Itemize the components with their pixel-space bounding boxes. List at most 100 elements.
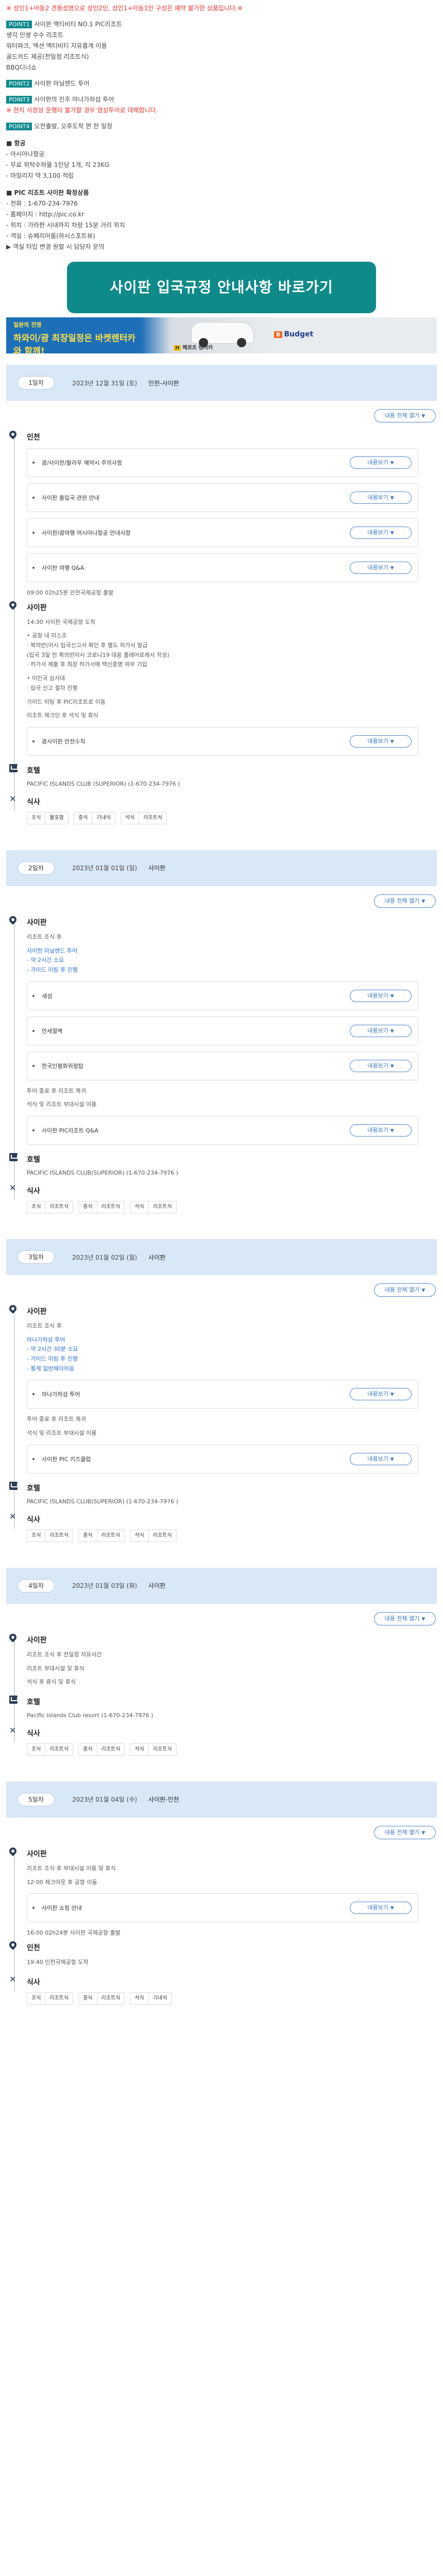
- info-item[interactable]: 마나가하섬 투어 내용보기 ▼: [27, 1380, 418, 1409]
- meal-type: 석식: [130, 1530, 149, 1541]
- info-item[interactable]: 새섬 내용보기 ▼: [27, 981, 418, 1010]
- flight-info: - 아시아나항공 - 무료 위탁수하물 1인당 1개, 각 23KG - 마일리지 …: [6, 149, 437, 181]
- info-item[interactable]: 괌/사이판/팔라우 예약시 주의사항 내용보기 ▼: [27, 448, 418, 477]
- hotel-heading: 호텔: [9, 764, 437, 775]
- point-text: 워터파크, 액션 액티비티 자유롭게 이용: [6, 42, 107, 49]
- location-pin-icon: [9, 916, 16, 925]
- view-detail-button[interactable]: 내용보기 ▼: [350, 492, 412, 504]
- day-spacer: [0, 829, 443, 850]
- schedule-text: 마나가하섬 투어 - 약 2시간 30분 소요 - 가이드 미팅 후 진행 - …: [27, 1336, 78, 1372]
- meal-value: 리조트식: [101, 1995, 121, 2001]
- hotel-label: 호텔: [27, 1698, 40, 1706]
- meal-value: 리조트식: [152, 1204, 172, 1210]
- day-route: 사이판: [148, 865, 166, 872]
- day-route: 인천-사이판: [148, 379, 179, 387]
- flight-line: - 마일리지 약 3,100 적립: [6, 172, 74, 179]
- info-item[interactable]: 사이판 PIC 키즈클럽 내용보기 ▼: [27, 1444, 418, 1473]
- point-text: 생각 인생 수수 리조트: [6, 31, 63, 39]
- place-name: 인천: [27, 1943, 40, 1952]
- meal-value: 리조트식: [101, 1204, 121, 1210]
- view-detail-label: 내용보기: [367, 737, 388, 744]
- info-item[interactable]: 사이판 쇼핑 안내 내용보기 ▼: [27, 1893, 418, 1923]
- info-item[interactable]: 만세절벽 내용보기 ▼: [27, 1016, 418, 1045]
- view-detail-button[interactable]: 내용보기 ▼: [350, 1124, 412, 1137]
- bullet-icon: [32, 1029, 35, 1032]
- hotel-line: - 홈페이지 : http://pic.co.kr: [6, 211, 84, 218]
- info-item[interactable]: 사이판 출입국 관련 안내 내용보기 ▼: [27, 483, 418, 512]
- schedule-text: 리조트 조식 후: [27, 933, 62, 940]
- schedule-text: 리조트 조식 후: [27, 1323, 62, 1329]
- point-line: ※ 현지 사정상 운행이 불가할 경우 영상투어로 대체합니다.: [6, 105, 437, 116]
- rental-car-banner[interactable]: 일본의 전쟁 하와이/괌 최장일정은 바켓렌터카와 함께! H 헤르츠 렌터카 B…: [6, 317, 437, 353]
- entry-rules-button[interactable]: 사이판 입국규정 안내사항 바로가기: [67, 262, 376, 313]
- view-detail-button[interactable]: 내용보기 ▼: [350, 1902, 412, 1914]
- meal-cell: 중식 리조트식: [78, 1992, 125, 2005]
- meal-type: 중식: [79, 1743, 97, 1755]
- meal-label: 식사: [27, 1978, 40, 1987]
- chevron-down-icon: ▼: [390, 566, 394, 571]
- banner-headline: 하와이/괌 최장일정은 바켓렌터카와 함께!: [13, 333, 136, 353]
- meal-value: 불포함: [49, 815, 64, 821]
- schedule-text: 12:00 체크아웃 후 공항 이동: [27, 1878, 97, 1886]
- view-detail-button[interactable]: 내용보기 ▼: [350, 456, 412, 469]
- day-spacer: [0, 2010, 443, 2030]
- place-heading: 사이판: [11, 1306, 437, 1316]
- bullet-icon: [32, 567, 35, 569]
- schedule-text: 리조트 부대시설 및 휴식: [27, 1665, 84, 1672]
- info-item-label: 괌/사이판/팔라우 예약시 주의사항: [42, 460, 123, 466]
- bullet-icon: [32, 994, 35, 997]
- utensils-icon: [9, 1512, 18, 1521]
- meal-cell: 석식 기내식: [130, 1992, 172, 2005]
- view-detail-button[interactable]: 내용보기 ▼: [350, 1388, 412, 1401]
- view-detail-button[interactable]: 내용보기 ▼: [350, 989, 412, 1002]
- info-item[interactable]: 괌사이판 안전수칙 내용보기 ▼: [27, 726, 418, 756]
- hotel-label: 호텔: [27, 1484, 40, 1493]
- view-detail-label: 내용보기: [367, 1062, 388, 1069]
- meal-heading: 식사: [9, 1725, 437, 1738]
- info-item-label: 괌사이판 안전수칙: [42, 738, 86, 745]
- utensils-icon: [9, 794, 18, 804]
- view-detail-button[interactable]: 내용보기 ▼: [350, 1024, 412, 1037]
- hotel-heading: 호텔: [9, 1481, 437, 1493]
- view-detail-button[interactable]: 내용보기 ▼: [350, 562, 412, 574]
- chevron-down-icon: ▼: [390, 531, 394, 536]
- info-item[interactable]: 사이판 여행 Q&A 내용보기 ▼: [27, 553, 418, 582]
- place-name: 사이판: [27, 603, 47, 612]
- day-header: 1일차 2023년 12월 31일 (토) 인천-사이판: [6, 365, 437, 401]
- point-line: POINT3 사이판의 진주 마나가하섬 투어: [6, 94, 437, 105]
- place-heading: 인천: [11, 1942, 437, 1953]
- bed-icon: [9, 1153, 18, 1161]
- day-route: 사이판-인천: [148, 1796, 179, 1804]
- day-date: 2023년 12월 31일 (토): [72, 379, 138, 387]
- day-timeline: 인천 괌/사이판/팔라우 예약시 주의사항 내용보기 ▼ 사이판 출입국 관련 안내 내용…: [6, 401, 437, 824]
- info-item[interactable]: 사이판 PIC리조트 Q&A 내용보기 ▼: [27, 1116, 418, 1145]
- point-badge: POINT2: [6, 80, 32, 88]
- view-detail-button[interactable]: 내용보기 ▼: [350, 735, 412, 748]
- bullet-icon: [32, 462, 35, 464]
- timeline-rail: [14, 435, 15, 811]
- hotel-label: 호텔: [27, 1156, 40, 1164]
- view-detail-button[interactable]: 내용보기 ▼: [350, 527, 412, 539]
- meal-cell: 중식 기내식: [74, 811, 116, 824]
- meal-value: 기내식: [96, 815, 111, 821]
- day-header: 4일차 2023년 01월 03일 (화) 사이판: [6, 1567, 437, 1604]
- info-item[interactable]: 한국인평화위령탑 내용보기 ▼: [27, 1051, 418, 1080]
- info-item[interactable]: 사이판/괌여행 여시아나항공 안내사항 내용보기 ▼: [27, 518, 418, 547]
- info-item-label: 사이판/괌여행 여시아나항공 안내사항: [42, 530, 131, 536]
- day-header: 2일차 2023년 01월 01일 (일) 사이판: [6, 850, 437, 886]
- location-pin-icon: [9, 601, 16, 611]
- day-header: 3일차 2023년 01월 02일 (월) 사이판: [6, 1239, 437, 1275]
- point-list: POINT1 사이판 액티비티 NO.1 PIC리조트 생각 인생 수수 리조트 워터…: [6, 19, 437, 132]
- meal-row: 조식 불포함 중식 기내식 석식 리조트식: [27, 811, 437, 824]
- schedule-text: 리조트 조식 후 전일정 자유시간: [27, 1651, 102, 1658]
- view-detail-button[interactable]: 내용보기 ▼: [350, 1452, 412, 1465]
- hotel-heading: 호텔: [9, 1695, 437, 1707]
- meal-row: 조식 리조트식 중식 리조트식 석식 리조트식: [27, 1743, 437, 1756]
- location-pin-icon: [9, 1634, 16, 1643]
- chevron-down-icon: ▼: [390, 739, 394, 744]
- day-number: 3일차: [18, 1250, 55, 1264]
- day-number: 5일차: [18, 1792, 55, 1806]
- view-detail-button[interactable]: 내용보기 ▼: [350, 1059, 412, 1072]
- chevron-down-icon: ▼: [390, 1028, 394, 1034]
- view-detail-label: 내용보기: [367, 459, 388, 466]
